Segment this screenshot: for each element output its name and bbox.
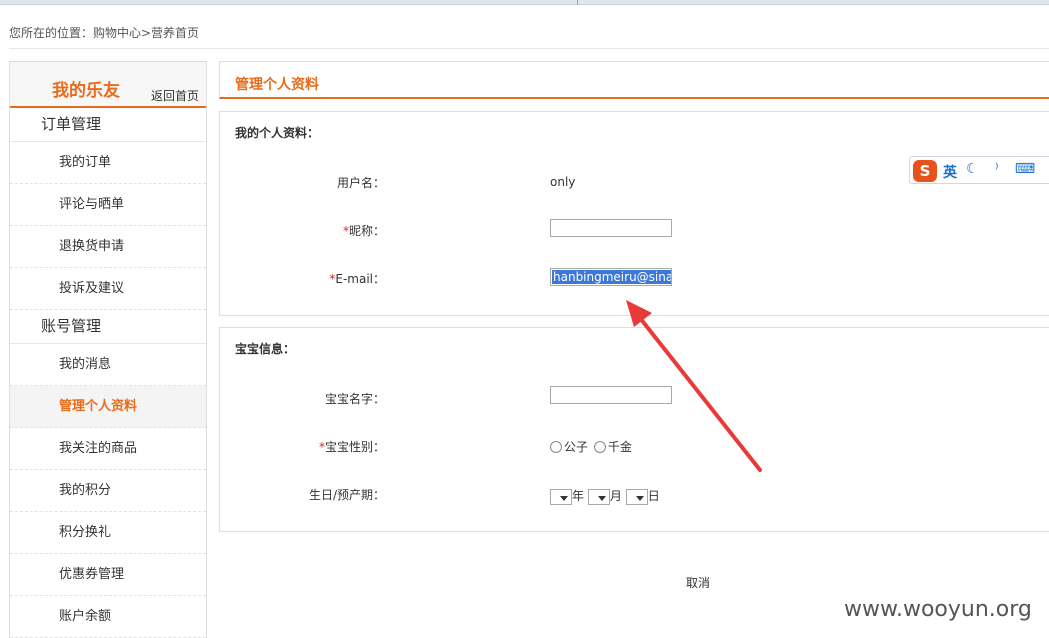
email-selected-text: hanbingmeiru@sina.c (552, 270, 671, 284)
cancel-button[interactable]: 取消 (686, 574, 710, 591)
back-home-link[interactable]: 返回首页 (151, 87, 199, 104)
sidebar-item-coupons[interactable]: 优惠券管理 (10, 554, 206, 596)
day-unit: 日 (647, 489, 660, 503)
birthday-label: 生日/预产期： (308, 488, 385, 502)
baby-name-input[interactable] (550, 386, 672, 404)
sogou-logo-icon: S (913, 160, 937, 182)
baby-section-title: 宝宝信息： (235, 342, 296, 356)
gender-radio-girl[interactable] (593, 441, 606, 453)
top-strip-divider (577, 0, 578, 5)
sidebar-title: 我的乐友 (52, 81, 120, 101)
gender-option-boy: 公子 (564, 440, 589, 454)
browser-top-strip (0, 0, 1049, 5)
month-unit: 月 (609, 489, 622, 503)
baby-gender-options: 公子 千金 (550, 438, 632, 455)
username-label: 用户名： (336, 176, 385, 190)
breadcrumb: 您所在的位置：购物中心>营养首页 (9, 26, 200, 40)
nickname-label: *昵称： (342, 224, 385, 238)
email-input[interactable]: hanbingmeiru@sina.c (550, 268, 672, 286)
baby-gender-label: *宝宝性别： (318, 440, 385, 454)
birth-year-select[interactable] (550, 488, 572, 505)
year-unit: 年 (572, 489, 585, 503)
sidebar-item-points-gifts[interactable]: 积分换礼 (10, 512, 206, 554)
sidebar-group-orders: 订单管理 (10, 108, 206, 142)
profile-section-title: 我的个人资料： (235, 126, 320, 140)
main-header: 管理个人资料 (219, 61, 1049, 99)
baby-panel: 宝宝信息： 宝宝名字： *宝宝性别： 公子 千金 生日/预产期： 年 月 日 (219, 327, 1049, 532)
baby-name-label: 宝宝名字： (324, 392, 385, 406)
ime-mode-label[interactable]: 英 (943, 162, 957, 182)
birth-month-select[interactable] (587, 488, 610, 505)
sidebar-item-balance[interactable]: 账户余额 (10, 596, 206, 638)
sidebar-header: 我的乐友 返回首页 (10, 62, 206, 108)
nickname-input[interactable] (550, 219, 672, 237)
ime-tool-icons[interactable]: ☾ ⁾ ⌨ 👤 (966, 161, 1049, 177)
breadcrumb-divider (9, 48, 1049, 49)
watermark: www.wooyun.org (844, 597, 1032, 622)
gender-radio-boy[interactable] (550, 441, 562, 453)
sidebar-group-account: 账号管理 (10, 310, 206, 344)
ime-toolbar[interactable]: S 英 ☾ ⁾ ⌨ 👤 (909, 156, 1049, 184)
birthday-selects: 年 月 日 (550, 487, 660, 505)
username-value: only (550, 175, 576, 189)
page-title: 管理个人资料 (235, 77, 319, 93)
sidebar-item-messages[interactable]: 我的消息 (10, 344, 206, 386)
email-label: *E-mail： (329, 272, 385, 286)
sidebar: 我的乐友 返回首页 订单管理 我的订单 评论与晒单 退换货申请 投诉及建议 账号… (9, 61, 207, 638)
gender-option-girl: 千金 (607, 440, 632, 454)
profile-panel: 我的个人资料： 用户名： only *昵称： *E-mail： hanbingm… (219, 111, 1049, 316)
birth-day-select[interactable] (625, 488, 648, 505)
